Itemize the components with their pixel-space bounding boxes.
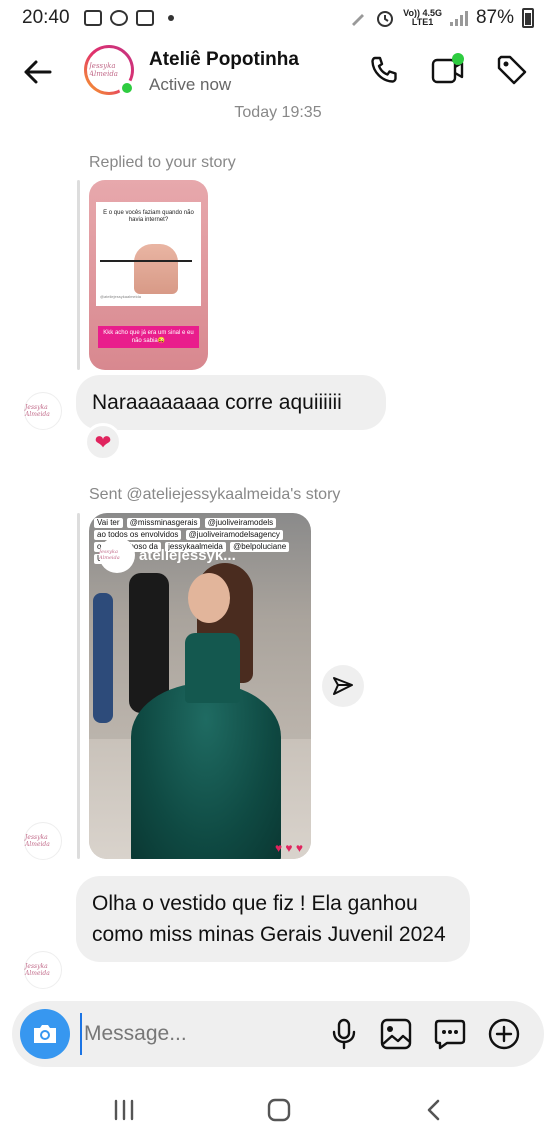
whatsapp-notification-icon [109, 10, 128, 26]
gallery-button[interactable] [378, 1016, 414, 1052]
reply-indicator-bar [77, 180, 80, 370]
message-input[interactable] [80, 1013, 320, 1055]
instagram-notification-icon [135, 10, 154, 26]
shared-story-thumbnail[interactable]: Vai ter @missminasgerais @juoliveiramode… [89, 513, 311, 859]
camera-icon [34, 1025, 56, 1043]
chat-header: Jessyka Almeida Ateliê Popotinha Active … [0, 36, 556, 106]
chevron-left-icon [427, 1099, 440, 1121]
sticker-button[interactable] [432, 1016, 468, 1052]
send-icon [333, 677, 353, 695]
more-options-button[interactable] [486, 1016, 522, 1052]
shared-story-label: Sent @ateliejessykaalmeida's story [89, 486, 341, 503]
contact-status: Active now [149, 75, 232, 94]
online-indicator [119, 80, 135, 96]
chat-sticker-icon [434, 1019, 466, 1050]
home-icon [267, 1098, 291, 1122]
image-icon [380, 1018, 412, 1050]
message-bubble[interactable]: Naraaaaaaaa corre aquiiiiii [76, 375, 386, 430]
sender-avatar[interactable]: Jessyka Almeida [24, 951, 62, 989]
status-bar: 20:40 Vo)) 4.5G LTE1 87% [0, 0, 556, 36]
voice-message-button[interactable] [326, 1016, 362, 1052]
story-author-avatar: Jessyka Almeida [99, 537, 135, 573]
battery-icon [522, 8, 534, 28]
video-call-button[interactable] [430, 52, 466, 88]
microphone-icon [332, 1018, 356, 1050]
camera-button[interactable] [20, 1009, 70, 1059]
system-back-button[interactable] [414, 1094, 454, 1126]
background-person [93, 593, 113, 723]
system-navigation-bar [0, 1080, 556, 1143]
battery-percent: 87% [475, 7, 514, 28]
signal-icon [449, 10, 468, 26]
story-caption: Kkk acho que já era um sinal e eu não sa… [98, 326, 199, 348]
more-notifications-icon [167, 15, 174, 21]
sender-avatar[interactable]: Jessyka Almeida [24, 822, 62, 860]
finger-image [134, 244, 178, 294]
arrow-left-icon [24, 60, 52, 84]
recent-apps-button[interactable] [104, 1094, 144, 1126]
heart-reaction[interactable]: ❤ [84, 423, 122, 461]
green-dress [131, 683, 281, 859]
recents-icon [114, 1099, 134, 1121]
audio-call-button[interactable] [366, 52, 402, 88]
contact-avatar[interactable]: Jessyka Almeida [84, 45, 135, 96]
status-time: 20:40 [22, 7, 70, 28]
message-list[interactable]: Today 19:35 Replied to your story E o qu… [0, 100, 556, 1000]
story-handle: @ateliejessykaalmeida [100, 294, 141, 299]
edit-icon [352, 14, 365, 26]
story-question-text: E o que vocês faziam quando não havia in… [103, 210, 194, 223]
heart-stickers: ♥ ♥ ♥ [274, 841, 303, 855]
story-reply-label: Replied to your story [89, 154, 236, 171]
sender-avatar[interactable]: Jessyka Almeida [24, 392, 62, 430]
back-button[interactable] [20, 54, 56, 90]
story-reply-thumbnail[interactable]: E o que vocês faziam quando não havia in… [89, 180, 208, 370]
home-button[interactable] [259, 1094, 299, 1126]
tag-icon [497, 55, 527, 85]
message-timestamp: Today 19:35 [234, 104, 322, 121]
gallery-notification-icon [83, 10, 102, 26]
phone-icon [371, 56, 397, 83]
video-camera-icon [431, 53, 464, 84]
tag-button[interactable] [494, 52, 530, 88]
plus-circle-icon [488, 1018, 520, 1050]
network-indicator: Vo)) 4.5G LTE1 [403, 8, 442, 27]
message-bubble[interactable]: Olha o vestido que fiz ! Ela ganhou como… [76, 876, 470, 962]
reply-indicator-bar [77, 513, 80, 859]
story-author-name: ateliejessyk... [139, 546, 236, 564]
share-story-button[interactable] [322, 665, 364, 707]
alarm-icon [377, 11, 394, 27]
message-composer [12, 1001, 544, 1067]
contact-name[interactable]: Ateliê Popotinha [149, 49, 299, 71]
girl-portrait [188, 573, 230, 623]
